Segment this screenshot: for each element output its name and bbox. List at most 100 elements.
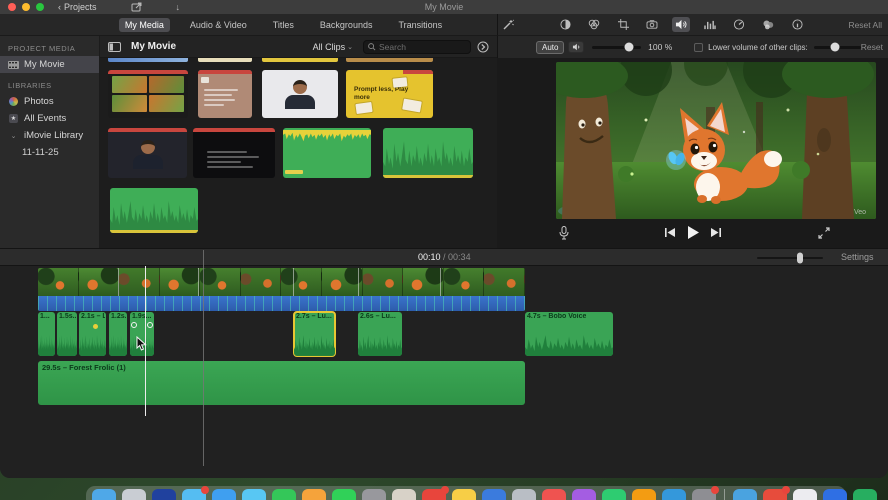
- disclosure-chevron-icon[interactable]: ⌄: [8, 132, 19, 140]
- background-music-clip[interactable]: 29.5s – Forest Frolic (1): [38, 361, 525, 405]
- dock-app-icon[interactable]: [602, 489, 626, 500]
- noise-reduction-icon[interactable]: [701, 17, 719, 32]
- tab-titles[interactable]: Titles: [267, 18, 300, 32]
- dock-app-icon[interactable]: [242, 489, 266, 500]
- tab-my-media[interactable]: My Media: [118, 17, 170, 32]
- search-field[interactable]: [363, 39, 471, 54]
- clip-thumbnail-terminal[interactable]: [193, 128, 275, 178]
- filmstrip-frame[interactable]: [200, 268, 241, 296]
- audio-clip[interactable]: 2.1s – L...: [79, 312, 106, 356]
- filmstrip-frame[interactable]: [362, 268, 404, 296]
- beat-marker[interactable]: [92, 324, 98, 329]
- dock-app-icon[interactable]: [392, 489, 416, 500]
- search-input[interactable]: [379, 41, 459, 52]
- minimize-window-button[interactable]: [22, 3, 30, 11]
- dock-app-icon[interactable]: [793, 489, 817, 500]
- clip-thumbnail[interactable]: [198, 58, 252, 62]
- filmstrip-frame[interactable]: [403, 268, 444, 296]
- voiceover-mic-icon[interactable]: [559, 226, 569, 240]
- filmstrip-frame[interactable]: [78, 268, 120, 296]
- crop-icon[interactable]: [614, 17, 632, 32]
- filmstrip[interactable]: [38, 268, 525, 296]
- auto-volume-button[interactable]: Auto: [536, 40, 565, 54]
- dock-app-icon[interactable]: [632, 489, 656, 500]
- dock-app-icon[interactable]: [92, 489, 116, 500]
- share-icon[interactable]: [131, 2, 142, 12]
- timeline-zoom-slider[interactable]: [757, 252, 823, 264]
- clip-thumbnail-collage[interactable]: [108, 70, 188, 118]
- clip-thumbnail[interactable]: [346, 58, 433, 62]
- clip-appearance-icon[interactable]: [477, 41, 489, 53]
- audio-clip[interactable]: 1...: [38, 312, 55, 356]
- sidebar-item-my-movie[interactable]: My Movie: [0, 56, 99, 73]
- sidebar-item-event-11-11-25[interactable]: 11-11-25: [0, 144, 99, 161]
- mute-button[interactable]: [568, 41, 585, 53]
- filmstrip-frame[interactable]: [159, 268, 201, 296]
- zoom-window-button[interactable]: [36, 3, 44, 11]
- sidebar-toggle-icon[interactable]: [108, 41, 121, 52]
- sidebar-item-photos[interactable]: Photos: [0, 93, 99, 110]
- volume-slider[interactable]: [592, 42, 642, 52]
- timeline-zoom-thumb[interactable]: [797, 252, 803, 264]
- clip-thumbnail[interactable]: [108, 58, 188, 62]
- volume-slider-thumb[interactable]: [624, 42, 634, 52]
- stabilization-icon[interactable]: [643, 17, 661, 32]
- sidebar-item-all-events[interactable]: ★ All Events: [0, 110, 99, 127]
- dock-app-icon[interactable]: [572, 489, 596, 500]
- clip-thumbnail-promo[interactable]: Prompt less, Play more: [346, 70, 433, 118]
- filmstrip-frame[interactable]: [38, 268, 79, 296]
- tab-backgrounds[interactable]: Backgrounds: [314, 18, 379, 32]
- skip-forward-button[interactable]: [710, 227, 722, 238]
- dock-app-icon[interactable]: [542, 489, 566, 500]
- dock-app-icon[interactable]: [823, 489, 847, 500]
- playhead[interactable]: [203, 250, 204, 466]
- back-to-projects-button[interactable]: ‹ Projects: [58, 2, 97, 12]
- dock-app-icon[interactable]: [212, 489, 236, 500]
- dock-app-icon[interactable]: [152, 489, 176, 500]
- dock-app-icon[interactable]: [272, 489, 296, 500]
- filmstrip-frame[interactable]: [119, 268, 160, 296]
- close-window-button[interactable]: [8, 3, 16, 11]
- audio-clip-selected[interactable]: 2.7s – Lu...: [293, 311, 336, 357]
- dock-app-icon[interactable]: [482, 489, 506, 500]
- dock-app-icon[interactable]: [662, 489, 686, 500]
- audio-clip[interactable]: 1.5s...: [57, 312, 77, 356]
- filmstrip-frame[interactable]: [484, 268, 525, 296]
- filmstrip-frame[interactable]: [281, 268, 323, 296]
- clip-thumbnail-audio[interactable]: [110, 188, 198, 233]
- audio-clip[interactable]: 2.6s – Lu...: [358, 312, 402, 356]
- clip-thumbnail-webcam[interactable]: [108, 128, 187, 178]
- dock-app-icon[interactable]: [763, 486, 790, 500]
- dock-app-icon[interactable]: [302, 489, 326, 500]
- fade-handle[interactable]: [147, 322, 153, 328]
- clip-thumbnail-post[interactable]: [198, 70, 252, 118]
- filmstrip-frame[interactable]: [240, 268, 282, 296]
- dock-app-icon[interactable]: [422, 486, 449, 500]
- video-audio-track[interactable]: [38, 296, 525, 311]
- tab-transitions[interactable]: Transitions: [392, 18, 448, 32]
- duck-slider[interactable]: [813, 42, 861, 52]
- clip-thumbnail-audio[interactable]: [283, 128, 371, 178]
- clip-thumbnail-presenter[interactable]: [262, 70, 338, 118]
- clip-info-icon[interactable]: [788, 17, 806, 32]
- speed-icon[interactable]: [730, 17, 748, 32]
- dock-app-icon[interactable]: [853, 489, 877, 500]
- sidebar-item-imovie-library[interactable]: ⌄ iMovie Library: [0, 127, 99, 144]
- lower-volume-checkbox[interactable]: [694, 42, 704, 52]
- import-media-icon[interactable]: ↓: [176, 2, 181, 12]
- filmstrip-frame[interactable]: [322, 268, 363, 296]
- dock-app-icon[interactable]: [733, 489, 757, 500]
- duck-slider-thumb[interactable]: [830, 42, 840, 52]
- skip-back-button[interactable]: [664, 227, 676, 238]
- clip-filter-dropdown[interactable]: All Clips ⌄: [313, 42, 353, 52]
- clip-filter-icon[interactable]: [759, 17, 777, 32]
- fade-handle[interactable]: [131, 322, 137, 328]
- color-correction-icon[interactable]: [585, 17, 603, 32]
- dock-app-icon[interactable]: [182, 486, 209, 500]
- tab-audio-video[interactable]: Audio & Video: [184, 18, 253, 32]
- dock-app-icon[interactable]: [332, 489, 356, 500]
- dock-app-icon[interactable]: [512, 489, 536, 500]
- dock-app-icon[interactable]: [362, 489, 386, 500]
- color-balance-icon[interactable]: [556, 17, 574, 32]
- audio-clip[interactable]: 4.7s – Bobo Voice: [525, 312, 613, 356]
